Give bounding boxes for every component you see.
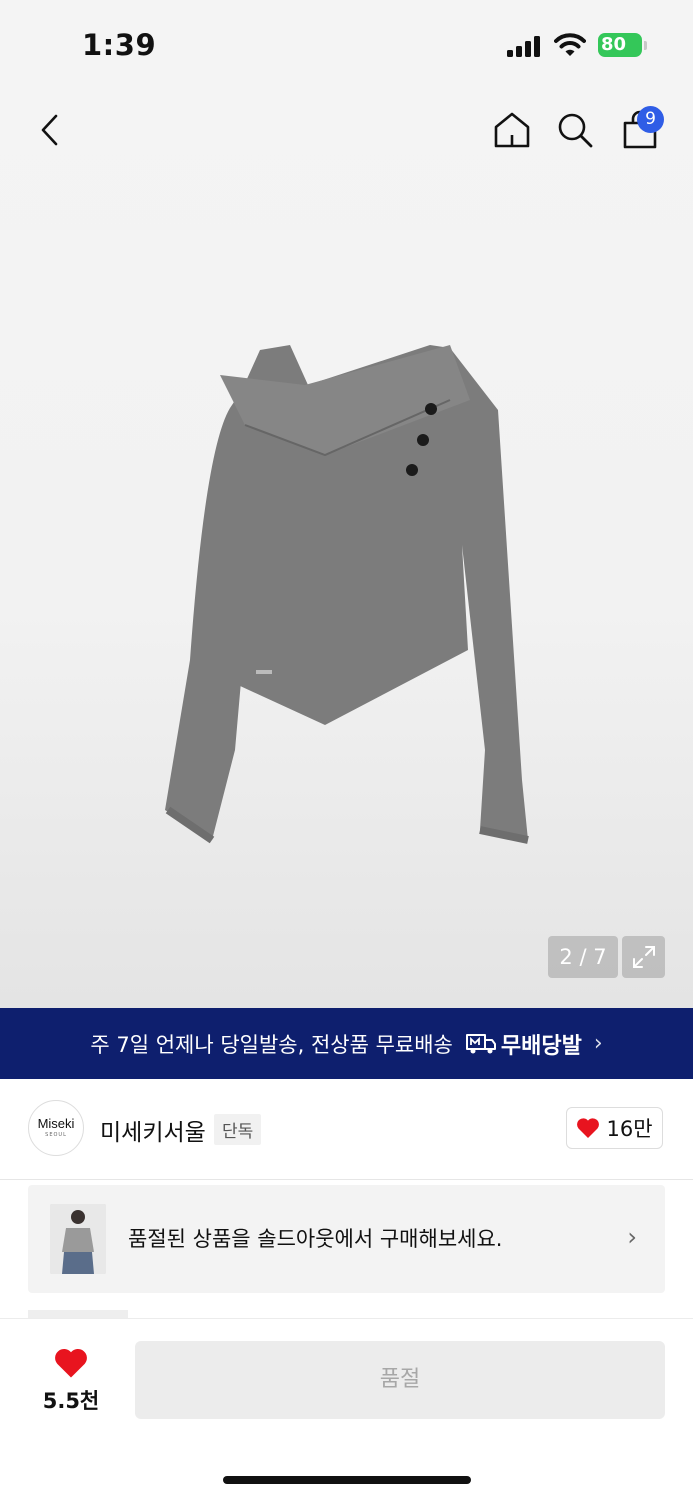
shop-like-button[interactable]: 16만 — [566, 1107, 663, 1149]
soldout-suggestion-card[interactable]: 품절된 상품을 솔드아웃에서 구매해보세요. › — [28, 1185, 665, 1293]
shop-like-count: 16만 — [606, 1117, 653, 1141]
home-button[interactable] — [488, 106, 536, 154]
shop-logo-text: Miseki — [37, 1116, 75, 1131]
cart-count-badge: 9 — [637, 106, 664, 133]
search-button[interactable] — [551, 106, 599, 154]
promo-brand-label: 무배당발 — [500, 1033, 582, 1059]
battery-level: 80 — [601, 34, 627, 55]
back-button[interactable] — [26, 106, 74, 154]
wifi-icon — [554, 33, 586, 56]
exclusive-badge: 단독 — [214, 1114, 262, 1145]
shop-name[interactable]: 미세키서울 — [100, 1113, 206, 1147]
battery-icon: 80 — [598, 33, 642, 57]
wishlist-count: 5.5천 — [42, 1389, 100, 1413]
shop-logo[interactable]: Miseki SEOUL — [28, 1100, 84, 1156]
wishlist-button[interactable]: 5.5천 — [40, 1347, 102, 1415]
chevron-right-icon: › — [627, 1223, 637, 1251]
soldout-suggestion-text: 품절된 상품을 솔드아웃에서 구매해보세요. — [128, 1227, 503, 1251]
heart-icon — [577, 1118, 600, 1138]
back-icon — [41, 114, 58, 146]
promo-brand: 무배당발 — [465, 1028, 582, 1060]
truck-icon — [465, 1033, 496, 1053]
promo-text: 주 7일 언제나 당일발송, 전상품 무료배송 — [90, 1032, 453, 1057]
heart-icon — [55, 1348, 87, 1378]
battery-cap — [644, 41, 647, 50]
shop-logo-subtext: SEOUL — [45, 1132, 67, 1138]
status-time: 1:39 — [82, 28, 157, 62]
search-icon — [558, 113, 593, 148]
image-counter: 2 / 7 — [548, 936, 618, 978]
top-nav — [0, 100, 693, 160]
expand-button[interactable] — [622, 936, 665, 978]
product-hero: 1:39 80 9 2 / 7 — [0, 0, 693, 1008]
free-shipping-banner[interactable]: 주 7일 언제나 당일발송, 전상품 무료배송 무배당발 › — [0, 1008, 693, 1079]
home-icon — [494, 112, 530, 148]
soldout-thumbnail — [50, 1204, 106, 1274]
partially-visible-tag — [28, 1310, 128, 1318]
bottom-action-bar: 5.5천 품절 — [0, 1318, 693, 1501]
signal-icon — [507, 35, 543, 57]
expand-icon — [632, 946, 655, 968]
soldout-button[interactable]: 품절 — [135, 1341, 665, 1419]
shop-row: Miseki SEOUL 미세키서울 단독 16만 — [0, 1079, 693, 1180]
chevron-right-icon: › — [593, 1031, 603, 1056]
home-indicator — [223, 1476, 471, 1484]
status-bar: 1:39 80 — [0, 0, 693, 90]
product-image[interactable] — [150, 330, 550, 860]
